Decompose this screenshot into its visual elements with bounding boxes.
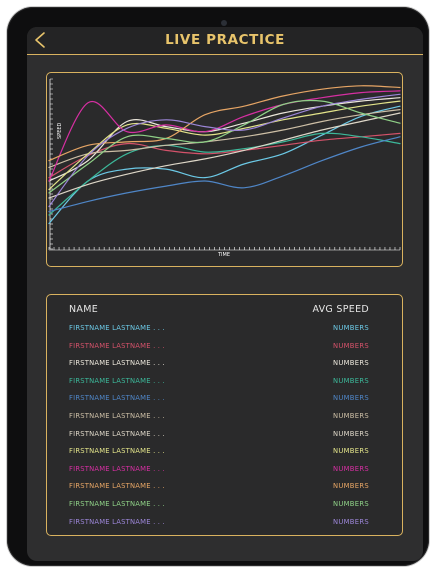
avg-speed-value: NUMBERS <box>332 359 369 368</box>
athlete-name: FIRSTNAME LASTNAME . . . <box>69 324 165 332</box>
leaderboard-row[interactable]: FIRSTNAME LASTNAME . . . NUMBERS <box>47 342 402 359</box>
athlete-name: FIRSTNAME LASTNAME . . . <box>69 341 165 350</box>
chart-series-lines <box>48 85 401 225</box>
athlete-name: FIRSTNAME LASTNAME . . . <box>69 376 165 385</box>
avg-speed-value: NUMBERS <box>332 482 369 491</box>
leaderboard-row[interactable]: FIRSTNAME LASTNAME . . . NUMBERS <box>47 430 402 447</box>
athlete-name: FIRSTNAME LASTNAME . . . <box>69 482 165 491</box>
speed-line-chart: SPEED TIME <box>48 78 401 258</box>
avg-speed-value: NUMBERS <box>332 447 369 456</box>
avg-speed-value: NUMBERS <box>332 429 369 438</box>
leaderboard-row[interactable]: FIRSTNAME LASTNAME . . . NUMBERS <box>47 465 402 482</box>
avg-speed-column-header: AVG SPEED <box>312 304 369 315</box>
athlete-name: FIRSTNAME LASTNAME . . . <box>69 412 165 420</box>
leaderboard-row[interactable]: FIRSTNAME LASTNAME . . . NUMBERS <box>47 324 402 341</box>
athlete-name: FIRSTNAME LASTNAME . . . <box>69 429 165 438</box>
avg-speed-value: NUMBERS <box>332 376 369 385</box>
camera-dot <box>221 20 227 26</box>
athlete-name: FIRSTNAME LASTNAME . . . <box>69 517 165 526</box>
avg-speed-value: NUMBERS <box>332 324 369 332</box>
avg-speed-value: NUMBERS <box>332 341 369 350</box>
chart-axes <box>48 78 401 251</box>
x-axis-label: TIME <box>217 252 230 258</box>
avg-speed-value: NUMBERS <box>332 500 369 508</box>
avg-speed-value: NUMBERS <box>332 464 369 473</box>
y-axis-label: SPEED <box>57 122 63 139</box>
leaderboard-row[interactable]: FIRSTNAME LASTNAME . . . NUMBERS <box>47 447 402 464</box>
tablet-device: LIVE PRACTICE SPEED TIME NAME AVG SPEED … <box>7 7 429 566</box>
avg-speed-value: NUMBERS <box>332 412 369 420</box>
avg-speed-value: NUMBERS <box>332 517 369 526</box>
leaderboard-row[interactable]: FIRSTNAME LASTNAME . . . NUMBERS <box>47 518 402 535</box>
leaderboard-row[interactable]: FIRSTNAME LASTNAME . . . NUMBERS <box>47 377 402 394</box>
app-screen: LIVE PRACTICE SPEED TIME NAME AVG SPEED … <box>27 27 423 561</box>
series-line-8 <box>48 100 401 191</box>
athlete-name: FIRSTNAME LASTNAME . . . <box>69 464 165 473</box>
athlete-name: FIRSTNAME LASTNAME . . . <box>69 359 165 368</box>
speed-chart-panel: SPEED TIME <box>46 72 403 267</box>
leaderboard-row[interactable]: FIRSTNAME LASTNAME . . . NUMBERS <box>47 412 402 429</box>
avg-speed-value: NUMBERS <box>332 394 369 403</box>
athlete-name: FIRSTNAME LASTNAME . . . <box>69 447 165 456</box>
leaderboard-row[interactable]: FIRSTNAME LASTNAME . . . NUMBERS <box>47 500 402 517</box>
leaderboard-row[interactable]: FIRSTNAME LASTNAME . . . NUMBERS <box>47 359 402 376</box>
athlete-name: FIRSTNAME LASTNAME . . . <box>69 394 165 403</box>
page-title: LIVE PRACTICE <box>165 32 285 48</box>
header-bar: LIVE PRACTICE <box>27 27 423 55</box>
leaderboard-row[interactable]: FIRSTNAME LASTNAME . . . NUMBERS <box>47 482 402 499</box>
athlete-name: FIRSTNAME LASTNAME . . . <box>69 500 165 508</box>
leaderboard-panel: NAME AVG SPEED FIRSTNAME LASTNAME . . . N… <box>46 294 403 536</box>
name-column-header: NAME <box>69 304 99 315</box>
series-line-9 <box>48 90 401 182</box>
leaderboard-row[interactable]: FIRSTNAME LASTNAME . . . NUMBERS <box>47 394 402 411</box>
